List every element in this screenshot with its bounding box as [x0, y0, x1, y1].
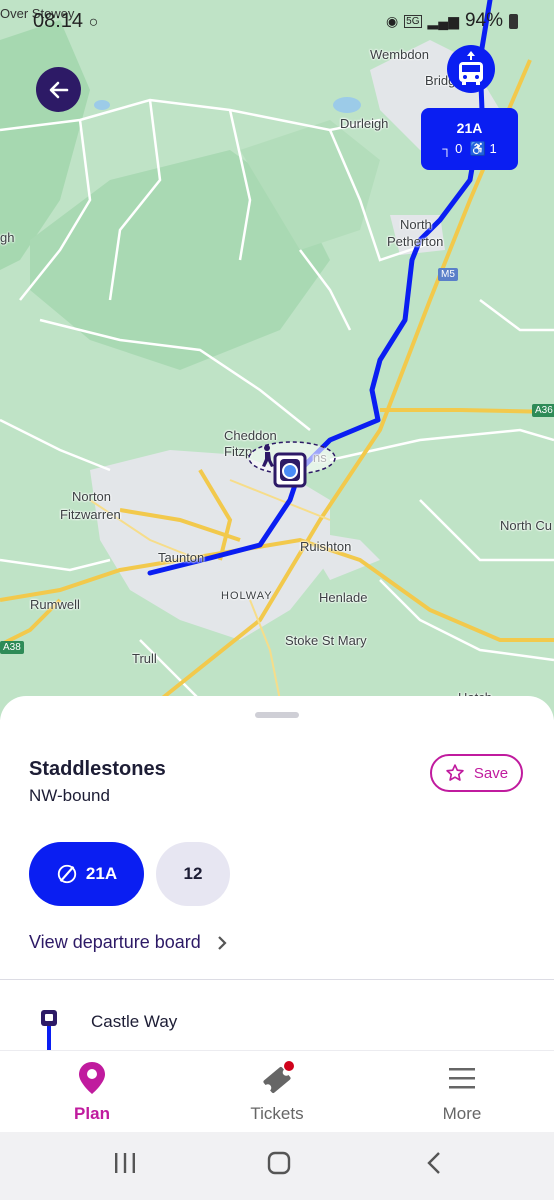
- arrow-left-icon: [49, 81, 68, 98]
- place-label: North Cu: [500, 518, 553, 533]
- ticket-icon: [263, 1061, 294, 1094]
- place-label: Stoke St Mary: [285, 633, 367, 648]
- location-icon: ◉: [385, 12, 399, 29]
- road-label-m5: M5: [438, 268, 458, 281]
- bus-info-card[interactable]: 21A ┐ 0 ♿ 1: [421, 108, 518, 170]
- status-time: 08:14 ○: [33, 10, 99, 32]
- star-icon: [446, 764, 464, 781]
- place-label: Fitzwarren: [60, 507, 121, 522]
- divider: [0, 979, 554, 980]
- departure-board-label: View departure board: [29, 932, 201, 952]
- map-view[interactable]: M5 A36 A38 Wembdon Bridg Durleigh North …: [0, 0, 554, 720]
- nav-plan-label: Plan: [74, 1104, 110, 1123]
- status-icons: ◉ 5G ▂▄▆ 94%: [386, 10, 518, 32]
- route-logo-icon: [57, 864, 77, 884]
- bus-route-label: 21A: [456, 120, 483, 136]
- route-chip-label: 12: [183, 864, 203, 883]
- whatsapp-icon: ○: [88, 14, 99, 31]
- nav-more[interactable]: More: [402, 1061, 522, 1124]
- signal-icon: ▂▄▆: [427, 12, 459, 29]
- sheet-drag-handle[interactable]: [255, 712, 299, 718]
- notification-dot: [284, 1061, 294, 1071]
- road-label-a36: A36: [532, 404, 554, 417]
- nav-tickets[interactable]: Tickets: [217, 1061, 337, 1124]
- place-label: Taunton: [158, 550, 205, 565]
- network-label: 5G: [404, 14, 422, 28]
- battery-icon: [509, 13, 518, 29]
- bus-location-marker[interactable]: [447, 45, 495, 93]
- place-label: Wembdon: [370, 47, 430, 62]
- place-label: Petherton: [387, 234, 444, 249]
- seat-icon: ┐: [442, 141, 452, 156]
- place-label: Ruishton: [300, 539, 352, 554]
- place-label: gh: [0, 230, 15, 245]
- place-label: HOLWAY: [221, 590, 273, 602]
- place-label: Trull: [132, 651, 157, 666]
- route-chip-label: 21A: [85, 864, 118, 883]
- bottom-navigation: Plan Tickets More: [0, 1050, 554, 1133]
- menu-icon: [449, 1068, 475, 1089]
- stop-name: Staddlestones: [29, 758, 166, 780]
- wheelchair-count: 1: [489, 141, 497, 156]
- seats-count: 0: [455, 141, 463, 156]
- wheelchair-icon: ♿: [469, 141, 486, 156]
- place-label: Henlade: [319, 590, 368, 605]
- list-item[interactable]: Castle Way: [0, 996, 554, 1056]
- place-label: North: [400, 217, 432, 232]
- system-navigation-bar: [0, 1132, 554, 1200]
- place-label: Norton: [72, 489, 112, 504]
- back-button[interactable]: [36, 67, 81, 112]
- road-label-a38: A38: [0, 641, 24, 654]
- next-stop-name: Castle Way: [91, 1012, 178, 1031]
- stop-details-sheet: Staddlestones NW-bound Save 21A 12 View …: [0, 696, 554, 1056]
- nav-more-label: More: [442, 1104, 482, 1123]
- recent-apps-icon[interactable]: [113, 1150, 137, 1176]
- bus-stop-icon: [41, 1010, 57, 1050]
- map-pin-icon: [79, 1062, 105, 1094]
- status-bar: Over Stowey 08:14 ○ ◉ 5G ▂▄▆ 94%: [0, 0, 554, 44]
- view-departure-board-link[interactable]: View departure board: [29, 932, 229, 953]
- nav-tickets-label: Tickets: [250, 1104, 304, 1123]
- stop-direction: NW-bound: [29, 786, 110, 805]
- place-label: Rumwell: [30, 597, 80, 612]
- bus-icon: [459, 51, 483, 85]
- place-label: Durleigh: [340, 116, 389, 131]
- battery-text: 94%: [464, 10, 503, 31]
- home-icon[interactable]: [266, 1150, 292, 1176]
- back-nav-icon[interactable]: [424, 1150, 444, 1176]
- save-label: Save: [473, 764, 509, 782]
- chevron-right-icon: [218, 935, 227, 950]
- route-chip-21a[interactable]: 21A: [29, 842, 144, 906]
- nav-plan[interactable]: Plan: [32, 1061, 152, 1124]
- bus-occupancy: ┐ 0 ♿ 1: [421, 141, 518, 157]
- save-button[interactable]: Save: [430, 754, 523, 792]
- stop-marker[interactable]: [247, 440, 339, 488]
- route-chip-12[interactable]: 12: [156, 842, 230, 906]
